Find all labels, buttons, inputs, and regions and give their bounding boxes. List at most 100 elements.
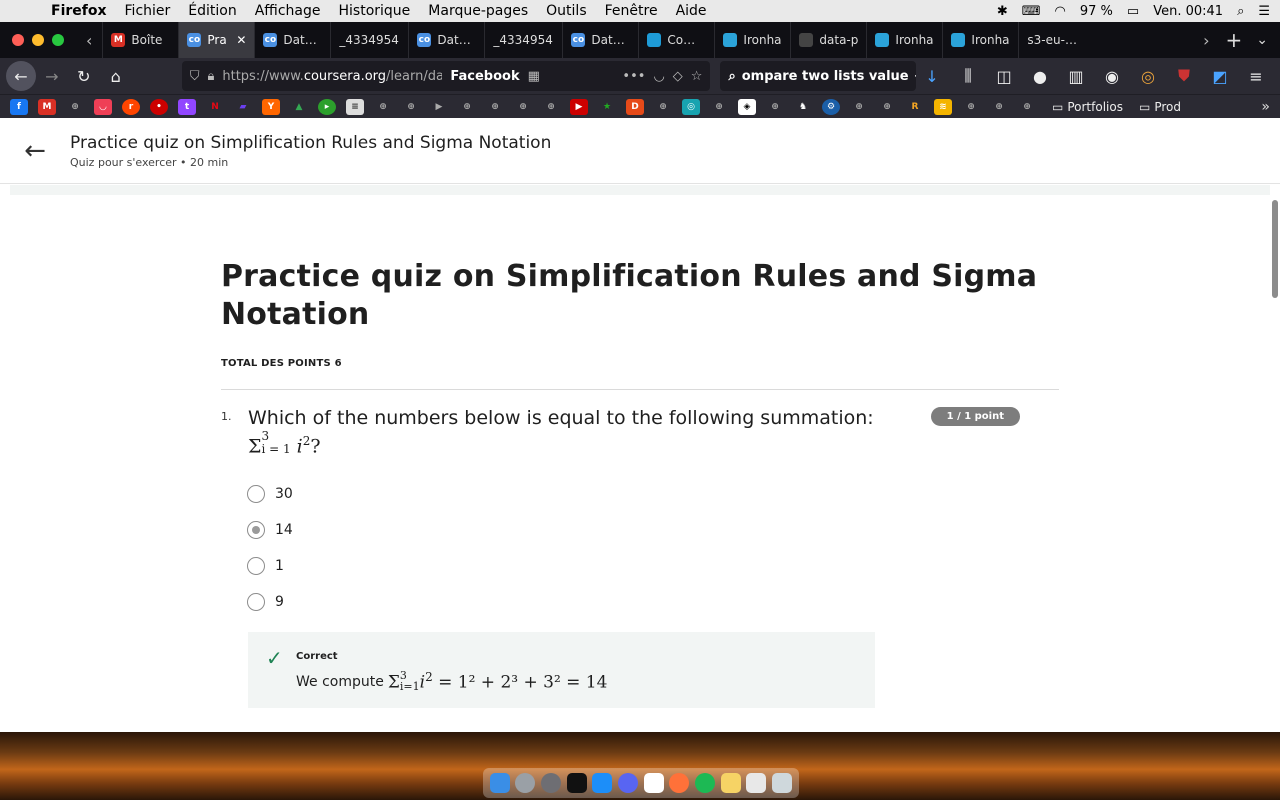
bookmark-globe-icon[interactable]: ⊕ bbox=[1018, 99, 1036, 115]
bookmark-purple-icon[interactable]: ▰ bbox=[234, 99, 252, 115]
browser-tab[interactable]: Ironha bbox=[942, 22, 1018, 58]
documents-icon[interactable] bbox=[746, 773, 767, 793]
firefox-icon[interactable] bbox=[669, 773, 690, 793]
system-preferences-icon[interactable] bbox=[541, 773, 562, 793]
spotify-icon[interactable] bbox=[695, 773, 716, 793]
page-scrollbar[interactable] bbox=[1272, 200, 1278, 298]
battery-icon[interactable]: ▭ bbox=[1127, 4, 1139, 19]
menu-item-fenetre[interactable]: Fenêtre bbox=[596, 3, 667, 19]
radio-button[interactable] bbox=[247, 485, 265, 503]
browser-tab[interactable]: _4334954 bbox=[484, 22, 562, 58]
launchpad-icon[interactable] bbox=[515, 773, 536, 793]
bookmark-globe-icon[interactable]: ⊕ bbox=[542, 99, 560, 115]
bookmark-globe-icon[interactable]: ⊕ bbox=[486, 99, 504, 115]
search-query-text[interactable]: ompare two lists value bbox=[742, 69, 909, 84]
radio-button[interactable] bbox=[247, 593, 265, 611]
tab-scroll-left-icon[interactable]: ‹ bbox=[76, 31, 102, 50]
bookmark-red-icon[interactable]: • bbox=[150, 98, 168, 115]
bookmark-globe-icon[interactable]: ⊕ bbox=[458, 99, 476, 115]
home-icon[interactable]: ⌂ bbox=[100, 62, 132, 90]
back-arrow-icon[interactable]: ← bbox=[6, 61, 36, 91]
finder-icon[interactable] bbox=[489, 773, 510, 793]
reader-grid-icon[interactable]: ▦ bbox=[528, 69, 540, 84]
option-1[interactable]: 1 bbox=[247, 548, 1059, 584]
bookmark-globe-icon[interactable]: ⊕ bbox=[710, 99, 728, 115]
preview-icon[interactable] bbox=[720, 773, 741, 793]
forward-arrow-icon[interactable]: → bbox=[36, 62, 68, 90]
bookmark-reddit-icon[interactable]: r bbox=[122, 98, 140, 115]
shield-icon[interactable]: ⛉ bbox=[190, 69, 200, 84]
extension-audio-icon[interactable]: ◉ bbox=[1096, 62, 1128, 90]
browser-tab[interactable]: co Data S bbox=[562, 22, 638, 58]
option-9[interactable]: 9 bbox=[247, 584, 1059, 620]
pocket-icon[interactable]: ◡ bbox=[653, 69, 664, 84]
terminal-icon[interactable] bbox=[566, 773, 587, 793]
menu-item-marque-pages[interactable]: Marque-pages bbox=[419, 3, 537, 19]
bookmark-star-icon[interactable]: ☆ bbox=[691, 69, 703, 84]
extension-grid-icon[interactable]: ▥ bbox=[1060, 62, 1092, 90]
bookmark-pocket-icon[interactable]: ◡ bbox=[94, 98, 112, 115]
browser-tab[interactable]: s3-eu-wes bbox=[1018, 22, 1094, 58]
minimize-window-button[interactable] bbox=[32, 34, 44, 46]
sidebar-icon[interactable]: ◫ bbox=[988, 62, 1020, 90]
bookmark-r-icon[interactable]: R bbox=[906, 99, 924, 115]
hamburger-menu-icon[interactable]: ≡ bbox=[1240, 62, 1272, 90]
library-icon[interactable]: ⫼ bbox=[952, 62, 984, 90]
close-window-button[interactable] bbox=[12, 34, 24, 46]
browser-tab[interactable]: co Data S bbox=[408, 22, 484, 58]
browser-tab[interactable]: Comm bbox=[638, 22, 714, 58]
bookmark-twitch-icon[interactable]: t bbox=[178, 98, 196, 115]
radio-button[interactable] bbox=[247, 557, 265, 575]
zoom-window-button[interactable] bbox=[52, 34, 64, 46]
option-30[interactable]: 30 bbox=[247, 476, 1059, 512]
ublock-origin-icon[interactable]: ⛊ bbox=[1168, 62, 1200, 90]
extension-arrow-icon[interactable]: ◩ bbox=[1204, 62, 1236, 90]
lock-icon[interactable]: 🔒︎ bbox=[207, 69, 214, 84]
bookmark-netflix-icon[interactable]: N bbox=[206, 99, 224, 115]
menu-item-outils[interactable]: Outils bbox=[537, 3, 595, 19]
bookmark-globe-icon[interactable]: ⊕ bbox=[402, 99, 420, 115]
bookmark-play-arrow-icon[interactable]: ▶ bbox=[430, 99, 448, 115]
bookmark-doc-icon[interactable]: ≡ bbox=[346, 98, 364, 115]
discord-icon[interactable] bbox=[618, 773, 639, 793]
keyboard-icon[interactable]: ⌨ bbox=[1022, 4, 1041, 19]
trash-icon[interactable] bbox=[772, 773, 793, 793]
bookmark-steam-icon[interactable]: ⚙ bbox=[822, 98, 840, 115]
bookmark-folder-portfolios[interactable]: ▭ Portfolios bbox=[1052, 100, 1123, 114]
browser-tab[interactable]: _4334954 bbox=[330, 22, 408, 58]
slack-icon[interactable] bbox=[643, 773, 664, 793]
bookmark-play-icon[interactable]: ▸ bbox=[318, 98, 336, 115]
browser-tab[interactable]: co Data S bbox=[254, 22, 330, 58]
bookmark-globe-icon[interactable]: ⊕ bbox=[990, 99, 1008, 115]
search-bar[interactable]: ⌕ ompare two lists value → bbox=[720, 61, 916, 91]
browser-tab[interactable]: co Pra ✕ bbox=[178, 22, 255, 58]
bookmark-globe-icon[interactable]: ⊕ bbox=[66, 99, 84, 115]
account-icon[interactable]: ● bbox=[1024, 62, 1056, 90]
radio-button-selected[interactable] bbox=[247, 521, 265, 539]
bluetooth-icon[interactable]: ✱ bbox=[997, 4, 1008, 19]
browser-tab[interactable]: Ironha bbox=[714, 22, 790, 58]
menu-item-edition[interactable]: Édition bbox=[179, 3, 245, 19]
tab-list-chevron-down-icon[interactable]: ⌄ bbox=[1250, 32, 1280, 48]
new-tab-button[interactable]: + bbox=[1218, 28, 1251, 52]
battery-percent[interactable]: 97 % bbox=[1080, 4, 1113, 19]
bookmark-globe-icon[interactable]: ⊕ bbox=[962, 99, 980, 115]
bookmark-folder-prod[interactable]: ▭ Prod bbox=[1139, 100, 1181, 114]
bookmark-drive-icon[interactable]: ▲ bbox=[290, 99, 308, 115]
bookmark-facebook-icon[interactable]: f bbox=[10, 98, 28, 115]
bookmark-hackernews-icon[interactable]: Y bbox=[262, 98, 280, 115]
extension-owl-icon[interactable]: ◎ bbox=[1132, 62, 1164, 90]
app-store-icon[interactable] bbox=[592, 773, 613, 793]
reload-icon[interactable]: ↻ bbox=[68, 62, 100, 90]
bookmark-globe-icon[interactable]: ⊕ bbox=[654, 99, 672, 115]
bookmark-feed-icon[interactable]: ≋ bbox=[934, 98, 952, 115]
page-actions-more-icon[interactable]: ••• bbox=[622, 69, 645, 84]
bookmark-codepen-icon[interactable]: ◈ bbox=[738, 98, 756, 115]
bookmark-globe-icon[interactable]: ⊕ bbox=[878, 99, 896, 115]
menu-item-aide[interactable]: Aide bbox=[667, 3, 716, 19]
bookmarks-overflow-icon[interactable]: » bbox=[1261, 99, 1280, 115]
url-bar[interactable]: ⛉ 🔒︎ https://www.coursera.org/learn/data… bbox=[181, 61, 711, 91]
bookmark-star-icon[interactable]: ★ bbox=[598, 99, 616, 115]
bookmark-globe-icon[interactable]: ⊕ bbox=[514, 99, 532, 115]
spotlight-search-icon[interactable]: ⌕ bbox=[1237, 4, 1244, 19]
